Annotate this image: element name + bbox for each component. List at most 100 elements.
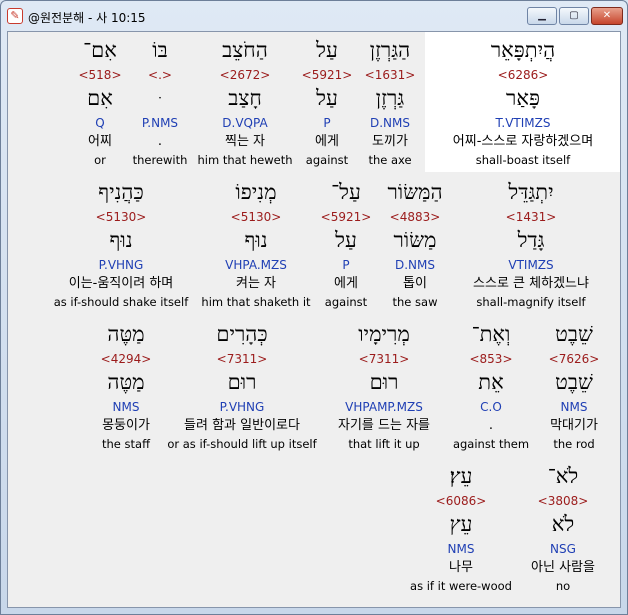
morphology-code: NSG	[550, 542, 576, 556]
strong-number[interactable]: <6286>	[426, 68, 620, 82]
korean-gloss: 톱이	[403, 276, 427, 291]
word-cell[interactable]: בּוֹ <.> ּ P.NMS . therewith	[126, 38, 194, 178]
korean-gloss: 켜는 자	[235, 276, 276, 291]
morphology-code: P	[342, 258, 350, 272]
english-gloss: that lift it up	[348, 437, 420, 451]
english-gloss: as if-should shake itself	[53, 295, 189, 309]
strong-number[interactable]: <853>	[452, 352, 530, 366]
strong-number[interactable]: <5921>	[314, 210, 378, 224]
word-cell[interactable]: מְרִימָיו <7311> רוּם VHPAMP.MZS 자기를 드는 …	[322, 322, 446, 462]
maximize-button[interactable]: ▢	[559, 7, 589, 25]
morphology-code: P.NMS	[141, 116, 179, 130]
hebrew-lemma: פָּאַר	[506, 86, 540, 110]
word-cell[interactable]: וְאֶת־ <853> אֵת C.O . against them	[452, 322, 530, 462]
korean-gloss: .	[157, 134, 163, 149]
hebrew-lemma: גַּרְזֶן	[375, 86, 405, 110]
morphology-code: NMS	[447, 542, 475, 556]
english-gloss: as if it were-wood	[410, 579, 512, 593]
word-cell[interactable]: עֵץ׃ <6086> עֵץ NMS 나무 as if it were-woo…	[406, 464, 516, 604]
hebrew-word: עַל	[316, 38, 338, 62]
morphology-code: P.VHNG	[98, 258, 144, 272]
strong-number[interactable]: <.>	[126, 68, 194, 82]
morphology-code: VHPAMP.MZS	[345, 400, 423, 414]
title-bar[interactable]: ✎ @원전분해 - 사 10:15 ▁ ▢ ✕	[1, 1, 627, 31]
hebrew-word: הַגַּרְזֶן	[369, 38, 411, 62]
english-gloss: or as if-should lift up itself	[167, 437, 317, 451]
korean-gloss: 나무	[449, 560, 473, 575]
window-title: @원전분해 - 사 10:15	[28, 11, 146, 25]
app-icon[interactable]: ✎	[7, 8, 23, 24]
word-cell[interactable]: הַמַּשּׂוֹר <4883> מַשּׂוֹר D.NMS 톱이 the…	[380, 180, 450, 320]
korean-gloss: 몽둥이가	[102, 418, 150, 433]
english-gloss: against	[305, 153, 349, 167]
strong-number[interactable]: <4294>	[78, 352, 174, 366]
strong-number[interactable]: <7626>	[536, 352, 612, 366]
korean-gloss: 찍는 자	[224, 134, 265, 149]
morphology-code: C.O	[480, 400, 502, 414]
minimize-button[interactable]: ▁	[527, 7, 557, 25]
strong-number[interactable]: <5921>	[298, 68, 356, 82]
hebrew-word: אִם־	[83, 38, 117, 62]
morphology-code: P.VHNG	[219, 400, 265, 414]
korean-gloss: 에게	[334, 276, 358, 291]
word-cell[interactable]: כְּהָרִים <7311> רוּם P.VHNG 들려 함과 일반이로다…	[164, 322, 320, 462]
word-cell[interactable]: אִם־ <518> אִם Q 어찌 or	[66, 38, 134, 178]
strong-number[interactable]: <5130>	[46, 210, 196, 224]
morphology-code: Q	[95, 116, 105, 130]
word-cell-selected[interactable]: הֲיִתְפָּאֵר <6286> פָּאַר T.VTIMZS 어찌-스…	[426, 38, 620, 178]
hebrew-word: וְאֶת־	[471, 322, 511, 346]
english-gloss: him that shaketh it	[201, 295, 311, 309]
hebrew-lemma: מַטֶּה	[107, 370, 145, 394]
strong-number[interactable]: <2672>	[190, 68, 300, 82]
english-gloss: shall-magnify itself	[476, 295, 586, 309]
hebrew-lemma: ּ	[126, 86, 194, 110]
word-cell[interactable]: כַּהֲנִיף <5130> נוּף P.VHNG 이는-움직이려 하며 …	[46, 180, 196, 320]
english-gloss: therewith	[132, 153, 188, 167]
korean-gloss: 자기를 드는 자를	[338, 418, 430, 433]
strong-number[interactable]: <5130>	[196, 210, 316, 224]
strong-number[interactable]: <518>	[66, 68, 134, 82]
word-cell[interactable]: מְנִיפוֹ <5130> נוּף VHPA.MZS 켜는 자 him t…	[196, 180, 316, 320]
korean-gloss: 이는-움직이려 하며	[68, 276, 174, 291]
hebrew-lemma: אֵת	[478, 370, 504, 394]
hebrew-word: כַּהֲנִיף	[98, 180, 144, 204]
hebrew-lemma: עַל	[335, 228, 357, 252]
hebrew-word: הֲיִתְפָּאֵר	[490, 38, 556, 62]
word-cell[interactable]: עַל <5921> עַל P 에게 against	[298, 38, 356, 178]
word-cell[interactable]: עַל־ <5921> עַל P 에게 against	[314, 180, 378, 320]
english-gloss: the rod	[553, 437, 595, 451]
strong-number[interactable]: <4883>	[380, 210, 450, 224]
korean-gloss: 어찌	[88, 134, 112, 149]
english-gloss: or	[94, 153, 106, 167]
hebrew-word: עֵץ׃	[449, 464, 473, 488]
hebrew-lemma: מַשּׂוֹר	[393, 228, 437, 252]
english-gloss: the saw	[392, 295, 438, 309]
word-cell[interactable]: יִתְגַּדֵּל <1431> גָּדַל VTIMZS 스스로 큰 체…	[456, 180, 606, 320]
strong-number[interactable]: <7311>	[164, 352, 320, 366]
morphology-code: P	[323, 116, 331, 130]
hebrew-lemma: רוּם	[369, 370, 399, 394]
word-cell[interactable]: שֵׁבֶט <7626> שֵׁבֶט NMS 막대기가 the rod	[536, 322, 612, 462]
hebrew-lemma: גָּדַל	[517, 228, 545, 252]
korean-gloss: 어찌-스스로 자랑하겠으며	[452, 134, 594, 149]
close-button[interactable]: ✕	[591, 7, 623, 25]
morphology-code: NMS	[112, 400, 140, 414]
word-cell[interactable]: הַחֹצֵב <2672> חָצַב D.VQPA 찍는 자 him tha…	[190, 38, 300, 178]
hebrew-lemma: נוּף	[109, 228, 133, 252]
hebrew-lemma: עַל	[316, 86, 338, 110]
hebrew-word: עַל־	[331, 180, 361, 204]
morphology-code: VTIMZS	[508, 258, 554, 272]
strong-number[interactable]: <7311>	[322, 352, 446, 366]
strong-number[interactable]: <3808>	[520, 494, 606, 508]
strong-number[interactable]: <6086>	[406, 494, 516, 508]
english-gloss: against	[324, 295, 368, 309]
word-cell[interactable]: מַטֶּה <4294> מַטֶּה NMS 몽둥이가 the staff	[78, 322, 174, 462]
korean-gloss: 막대기가	[550, 418, 598, 433]
morphology-code: D.VQPA	[222, 116, 268, 130]
hebrew-word: שֵׁבֶט	[555, 322, 593, 346]
word-cell[interactable]: לֹא־ <3808> לֹא NSG 아닌 사람을 no	[520, 464, 606, 604]
korean-gloss: 스스로 큰 체하겠느냐	[473, 276, 589, 291]
strong-number[interactable]: <1631>	[358, 68, 422, 82]
word-cell[interactable]: הַגַּרְזֶן <1631> גַּרְזֶן D.NMS 도끼가 the…	[358, 38, 422, 178]
strong-number[interactable]: <1431>	[456, 210, 606, 224]
